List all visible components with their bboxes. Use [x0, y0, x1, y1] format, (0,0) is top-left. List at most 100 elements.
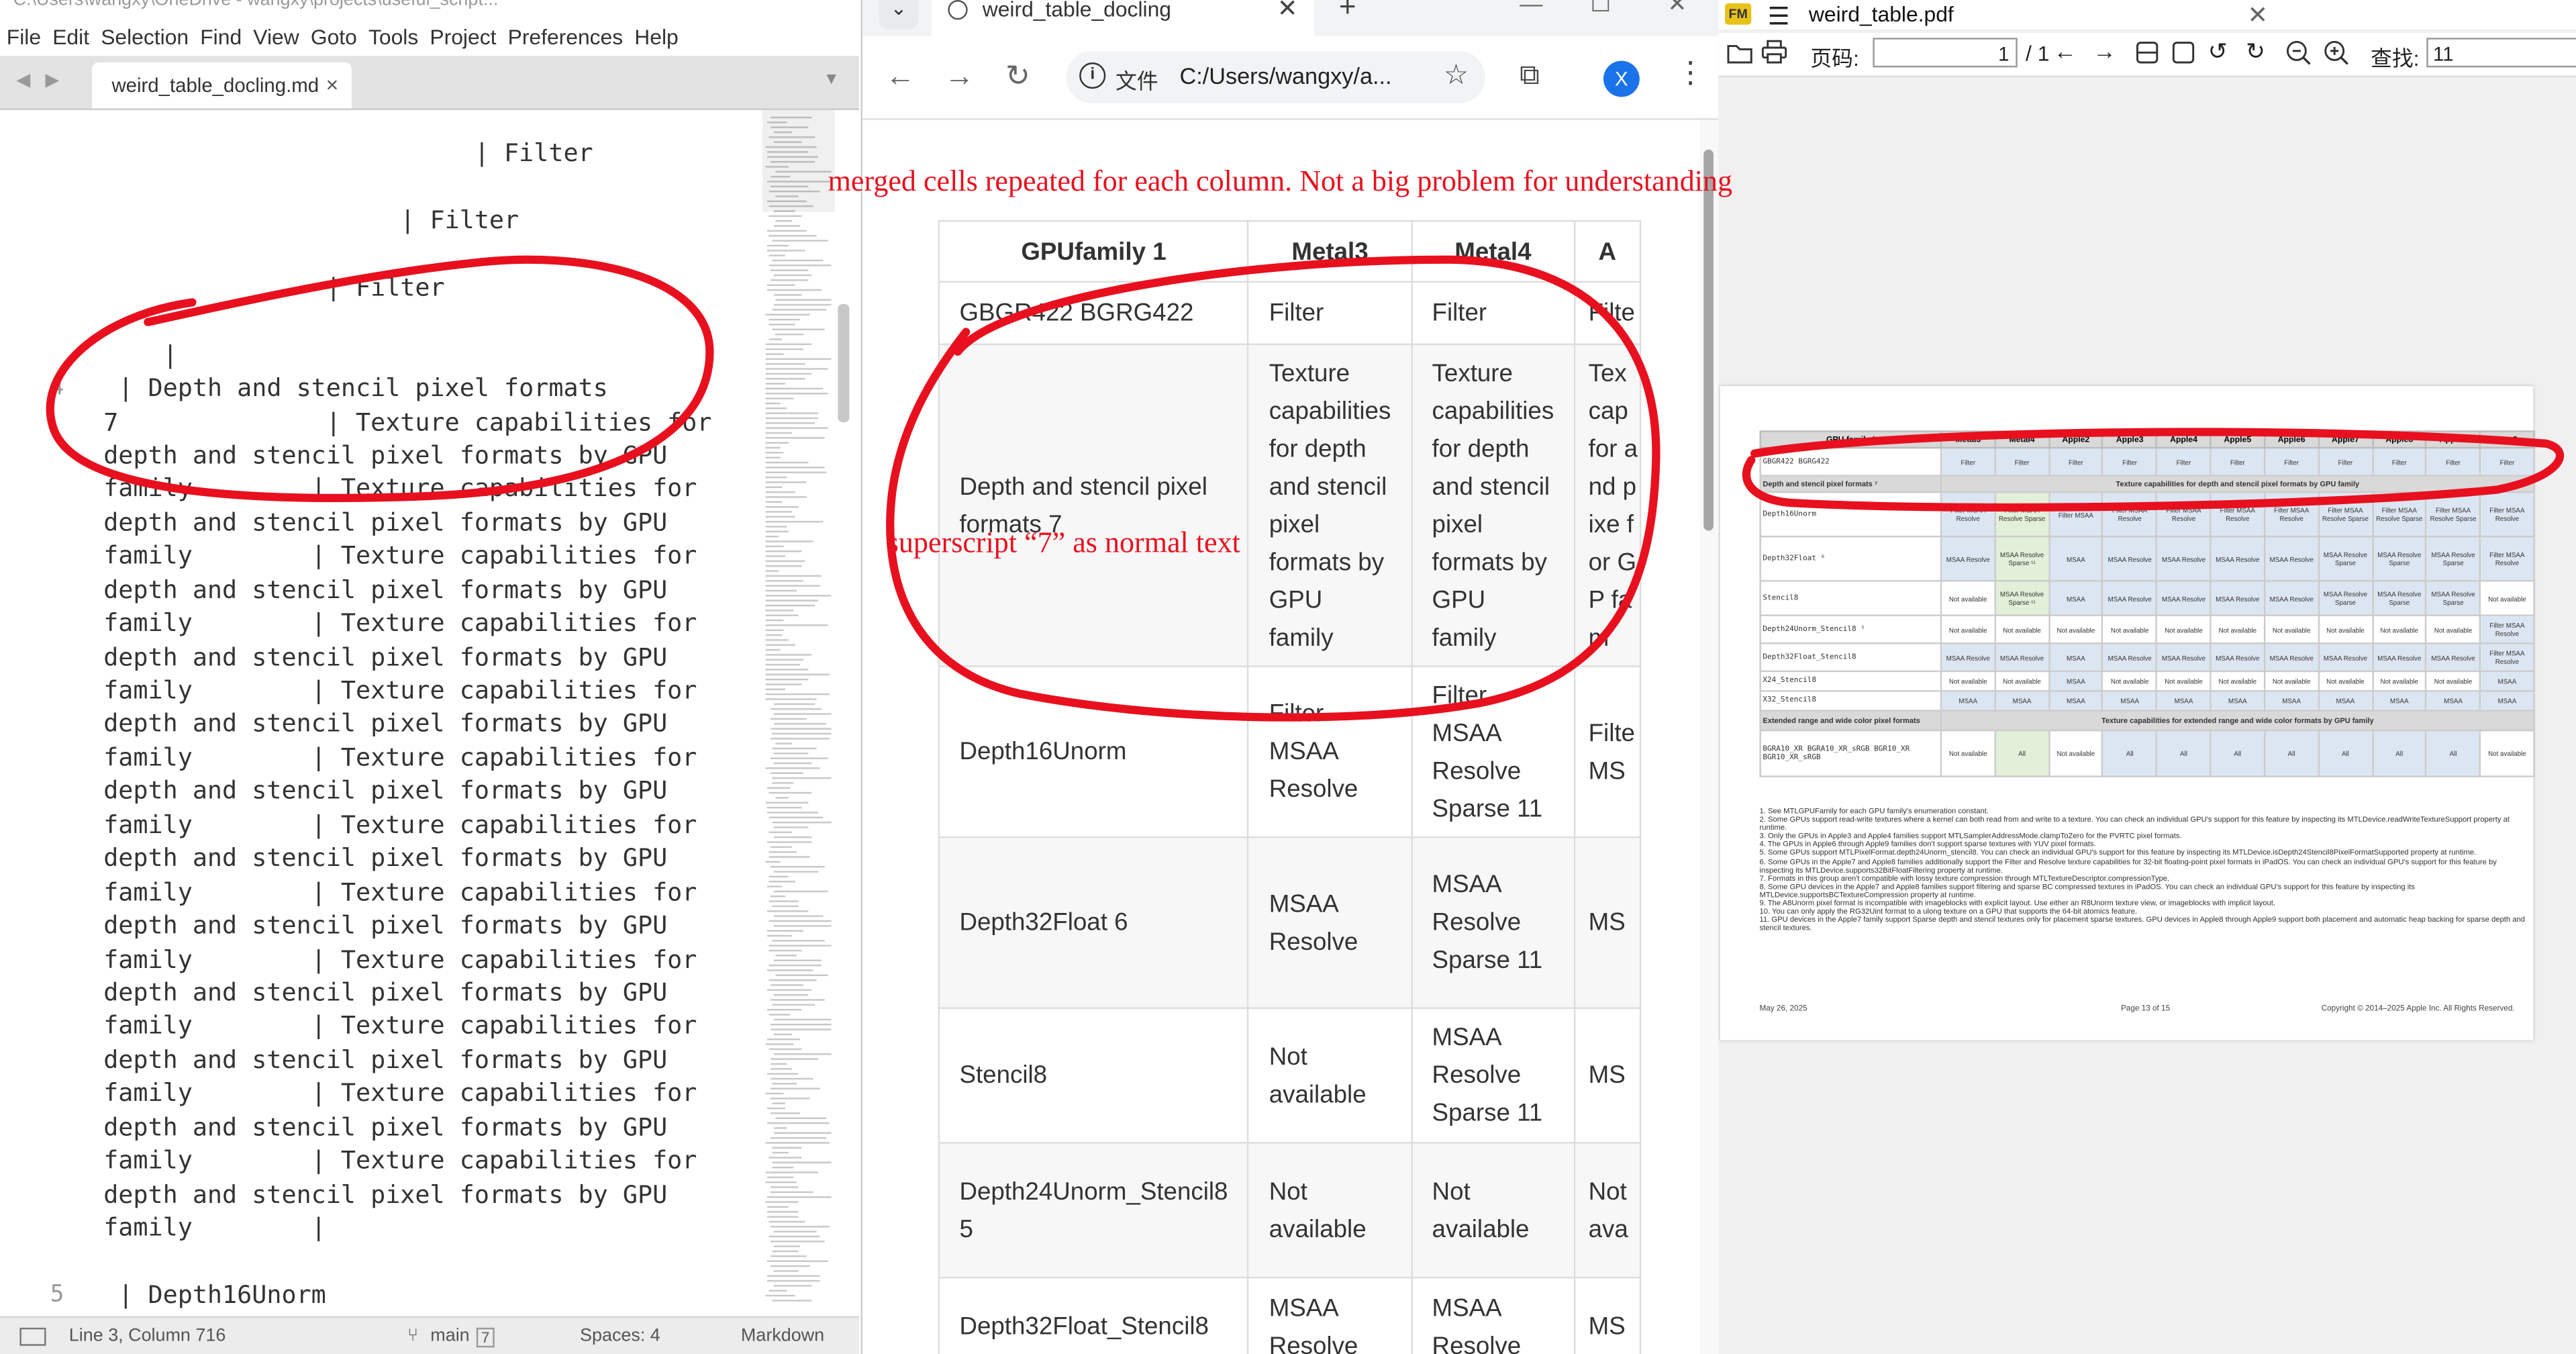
rotate-right-icon[interactable]: ↻: [2246, 38, 2265, 66]
row-header-cell: Depth32Float_Stencil8: [1759, 642, 1942, 673]
editor-area[interactable]: 4 5 | Filter | Filter | Filter | | Depth …: [0, 110, 860, 1343]
cursor-position[interactable]: Line 3, Column 716: [69, 1326, 226, 1345]
menu-item-view[interactable]: View: [253, 23, 299, 48]
new-tab-button[interactable]: +: [1339, 0, 1356, 25]
menu-item-preferences[interactable]: Preferences: [508, 23, 624, 48]
minimap-line: [765, 437, 826, 439]
tab-search-icon[interactable]: ⌄: [879, 0, 919, 30]
bookmark-star-icon[interactable]: ☆: [1444, 59, 1469, 92]
hamburger-menu-icon[interactable]: ☰: [1768, 1, 1790, 32]
menu-item-find[interactable]: Find: [200, 23, 242, 48]
table-cell: Filter: [2156, 446, 2212, 477]
zoom-in-icon[interactable]: [2323, 40, 2349, 66]
menu-item-goto[interactable]: Goto: [311, 23, 357, 48]
minimap-line: [765, 1142, 830, 1144]
close-icon[interactable]: ×: [326, 72, 339, 97]
minimap-line: [769, 264, 832, 267]
menu-item-file[interactable]: File: [7, 23, 41, 48]
rotate-left-icon[interactable]: ↺: [2208, 38, 2228, 66]
minimap-line: [771, 1250, 799, 1253]
menu-item-project[interactable]: Project: [430, 23, 496, 48]
more-menu-icon[interactable]: ⋮: [1676, 56, 1705, 90]
table-cell: Filte: [1573, 281, 1641, 346]
minimap-line: [765, 698, 816, 700]
minimap-viewport[interactable]: [762, 110, 835, 212]
table-cell: Filter: [2210, 446, 2266, 477]
find-label: 查找:: [2371, 46, 2420, 71]
minimap-line: [769, 318, 801, 321]
minimap-line: [774, 871, 819, 873]
minimap-line: [766, 250, 805, 252]
minimap-line: [774, 1033, 793, 1036]
minimap-line: [765, 560, 805, 563]
minimap-line: [765, 456, 780, 458]
minimap-line: [769, 1014, 791, 1016]
table-cell: Filter MSAA Resolve: [2479, 535, 2535, 582]
menu-item-help[interactable]: Help: [634, 23, 678, 48]
minimap-line: [773, 274, 811, 277]
extensions-icon[interactable]: ⧉: [1520, 59, 1540, 92]
profile-avatar[interactable]: X: [1603, 60, 1640, 97]
minimap-line: [773, 1270, 799, 1272]
table-cell: MSAA: [2318, 690, 2373, 712]
close-window-button[interactable]: ✕: [1667, 0, 1687, 18]
vertical-scrollbar[interactable]: [838, 303, 850, 423]
minimap-line: [775, 299, 832, 301]
minimize-button[interactable]: —: [1520, 0, 1542, 16]
table-cell: Not available: [2425, 670, 2481, 692]
chevron-down-icon[interactable]: ▼: [824, 70, 840, 89]
scrollbar-thumb[interactable]: [1703, 149, 1714, 531]
minimap-line: [765, 446, 781, 449]
table-cell: Texture capabilities for depth and stenc…: [1247, 343, 1413, 667]
menu-item-tools[interactable]: Tools: [368, 23, 418, 48]
zoom-out-icon[interactable]: [2285, 40, 2312, 66]
page-scrollbar[interactable]: [1700, 119, 1719, 1354]
minimap-line: [766, 989, 812, 992]
page-number-input[interactable]: 1: [1873, 38, 2018, 68]
indentation-setting[interactable]: Spaces: 4: [580, 1326, 660, 1345]
code-view[interactable]: | Filter | Filter | Filter | | Depth and…: [103, 136, 760, 1354]
address-bar[interactable]: i 文件 C:/Users/wangxy/a... ☆: [1066, 50, 1485, 104]
tab-strip: ⌄ weird_table_docling ✕ + — ☐ ✕: [862, 0, 1719, 36]
close-icon[interactable]: ✕: [1277, 0, 1298, 23]
syntax-selector[interactable]: Markdown: [741, 1326, 824, 1345]
single-page-icon[interactable]: [2136, 41, 2159, 64]
table-cell: Not available: [1940, 580, 1996, 616]
tab-weird-table-docling[interactable]: weird_table_docling.md ×: [92, 62, 352, 109]
minimap-line: [765, 535, 779, 538]
code-line: depth and stencil pixel formats by GPU: [103, 1179, 668, 1209]
info-icon[interactable]: i: [1079, 62, 1106, 89]
table-cell: Filter: [1994, 446, 2050, 477]
menu-item-edit[interactable]: Edit: [52, 23, 89, 48]
code-line: family | Texture capabilities for: [103, 810, 697, 840]
previous-page-icon[interactable]: ←: [2054, 38, 2077, 64]
tab-weird-table-docling[interactable]: weird_table_docling ✕: [931, 0, 1315, 36]
git-branch-icon: ⑂: [407, 1326, 419, 1346]
minimap-line: [771, 1058, 819, 1060]
menu-item-selection[interactable]: Selection: [101, 23, 189, 48]
minimap[interactable]: [762, 110, 835, 1311]
back-button[interactable]: ←: [885, 59, 915, 93]
url-text[interactable]: C:/Users/wangxy/a...: [1179, 62, 1391, 89]
find-input[interactable]: 11: [2426, 38, 2576, 68]
table-cell: MSAA Resolve: [1247, 836, 1413, 1009]
tab-nav-arrows[interactable]: ◀ ▶: [16, 69, 64, 90]
minimap-line: [765, 343, 811, 346]
annotation-note-superscript: superscript “7” as normal text: [887, 526, 1240, 559]
minimap-line: [766, 1107, 785, 1110]
fit-page-icon[interactable]: [2172, 41, 2195, 64]
footnote: 8. Some GPU devices in the Apple7 and Ap…: [1759, 882, 2416, 899]
reload-button[interactable]: ↻: [1005, 59, 1030, 93]
folder-icon[interactable]: [1727, 41, 1753, 64]
forward-button[interactable]: →: [944, 59, 974, 93]
panel-switcher-icon[interactable]: [19, 1327, 46, 1346]
close-icon[interactable]: ✕: [2247, 0, 2268, 30]
table-cell: MSAA: [2479, 670, 2535, 692]
table-cell: Not available: [1940, 729, 1996, 777]
print-icon[interactable]: [1761, 40, 1787, 64]
minimap-line: [771, 940, 826, 942]
git-branch-label[interactable]: main: [430, 1326, 469, 1345]
minimap-line: [770, 1241, 825, 1243]
next-page-icon[interactable]: →: [2093, 38, 2116, 64]
maximize-button[interactable]: ☐: [1590, 0, 1611, 18]
